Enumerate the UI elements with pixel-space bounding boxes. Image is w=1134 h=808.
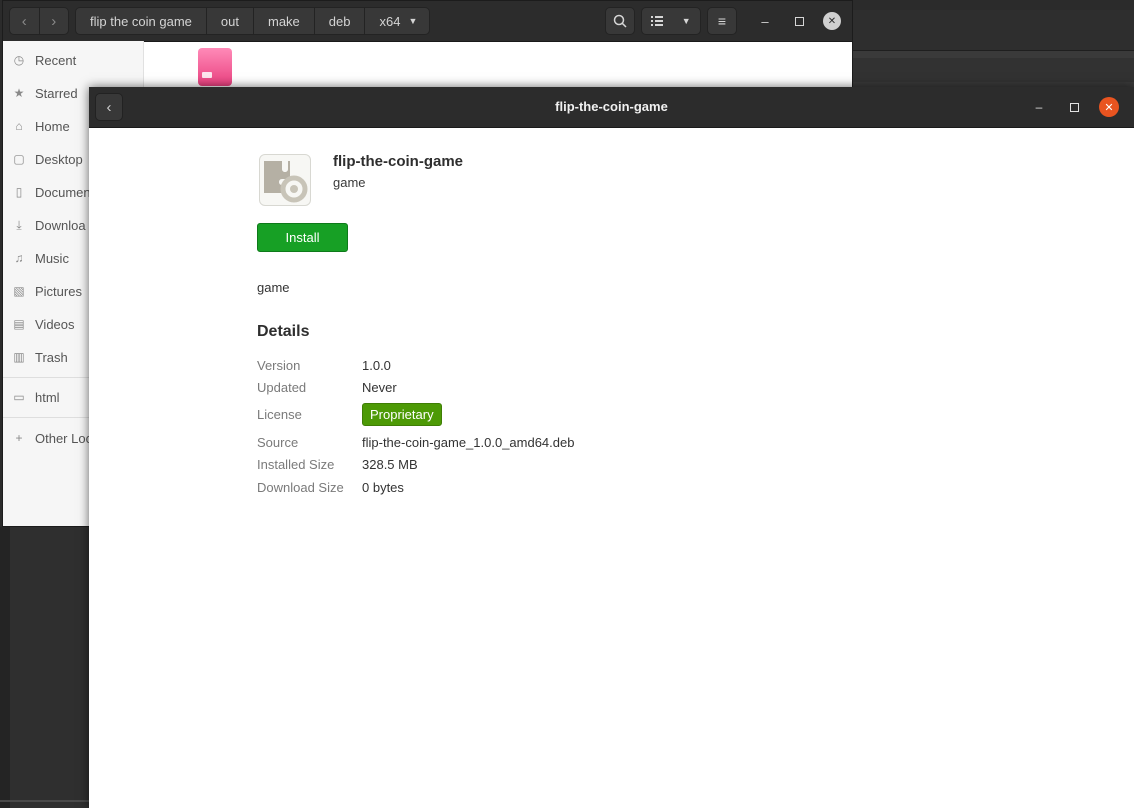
back-arrow-icon[interactable]: ‹ xyxy=(10,8,40,34)
sidebar-item-label: Trash xyxy=(35,349,68,365)
detail-label: Installed Size xyxy=(257,456,335,472)
maximize-button[interactable] xyxy=(1064,97,1084,117)
detail-label: License xyxy=(257,406,302,422)
software-install-dialog: flip-the-coin-game ‹ – ✕ flip-the-coin-g… xyxy=(89,87,1134,808)
background-window-lower xyxy=(0,527,89,808)
detail-row-version: Version 1.0.0 xyxy=(257,355,757,375)
breadcrumb-item[interactable]: deb xyxy=(315,8,366,34)
search-button[interactable] xyxy=(605,7,635,35)
breadcrumb-item[interactable]: flip the coin game xyxy=(76,8,207,34)
minimize-icon: – xyxy=(761,13,769,29)
detail-label: Version xyxy=(257,357,301,373)
detail-label: Source xyxy=(257,434,299,450)
install-button[interactable]: Install xyxy=(257,223,348,252)
sidebar-item-label: Desktop xyxy=(35,151,83,167)
detail-label: Updated xyxy=(257,379,307,395)
maximize-button[interactable] xyxy=(787,7,811,35)
folder-icon: ▭ xyxy=(13,390,25,404)
documents-icon: ▯ xyxy=(15,185,23,199)
sidebar-item-label: Home xyxy=(35,118,70,134)
deb-package-file-icon[interactable] xyxy=(198,48,232,86)
sidebar-item-label: Videos xyxy=(35,316,75,332)
detail-row-updated: Updated Never xyxy=(257,377,757,397)
dialog-headerbar: flip-the-coin-game ‹ – ✕ xyxy=(89,87,1134,128)
sidebar-item-label: Starred xyxy=(35,85,78,101)
sidebar-item-recent[interactable]: ◷ Recent xyxy=(3,45,143,75)
forward-arrow-icon[interactable]: › xyxy=(40,8,69,34)
chevron-down-icon: ▼ xyxy=(681,16,691,26)
breadcrumb-item[interactable]: out xyxy=(207,8,254,34)
breadcrumb-dropdown-icon[interactable]: ▼ xyxy=(404,8,429,34)
breadcrumb: flip the coin game out make deb x64 ▼ xyxy=(75,7,431,35)
sidebar-item-label: Downloa xyxy=(35,217,86,233)
detail-value: 1.0.0 xyxy=(362,357,391,373)
background-window-edge xyxy=(0,527,10,808)
dialog-title: flip-the-coin-game xyxy=(555,99,668,114)
detail-row-source: Source flip-the-coin-game_1.0.0_amd64.de… xyxy=(257,432,757,452)
home-icon: ⌂ xyxy=(15,119,23,133)
close-button[interactable]: ✕ xyxy=(823,12,841,30)
detail-value: flip-the-coin-game_1.0.0_amd64.deb xyxy=(362,434,575,450)
breadcrumb-item[interactable]: x64 xyxy=(365,8,404,34)
details-heading: Details xyxy=(257,323,310,340)
detail-row-installed-size: Installed Size 328.5 MB xyxy=(257,454,757,474)
close-icon: ✕ xyxy=(827,15,837,27)
minimize-button[interactable]: – xyxy=(753,7,777,35)
app-summary: game xyxy=(333,175,366,190)
close-icon: ✕ xyxy=(1104,101,1114,114)
minimize-button[interactable]: – xyxy=(1029,97,1049,117)
back-button[interactable]: ‹ xyxy=(95,93,123,121)
list-view-icon xyxy=(651,16,664,26)
navigation-buttons: ‹ › xyxy=(9,7,69,35)
hamburger-menu-icon: ≡ xyxy=(717,13,727,29)
detail-row-license: License Proprietary xyxy=(257,402,757,426)
close-button[interactable]: ✕ xyxy=(1099,97,1119,117)
detail-value: 328.5 MB xyxy=(362,456,418,472)
file-manager-headerbar: ‹ › flip the coin game out make deb x64 … xyxy=(3,1,852,42)
detail-value: Never xyxy=(362,379,397,395)
sidebar-item-label: Music xyxy=(35,250,69,266)
plus-icon: + xyxy=(15,431,23,445)
maximize-icon xyxy=(794,16,804,26)
sidebar-item-label: Recent xyxy=(35,52,77,68)
desktop-icon: ▢ xyxy=(13,152,25,166)
detail-row-download-size: Download Size 0 bytes xyxy=(257,477,757,497)
back-arrow-icon: ‹ xyxy=(106,98,112,116)
pictures-icon: ▧ xyxy=(13,284,25,298)
detail-label: Download Size xyxy=(257,479,344,495)
background-window-toolbar xyxy=(840,58,1134,82)
view-options-button[interactable]: ▼ xyxy=(641,7,701,35)
minimize-icon: – xyxy=(1035,100,1043,114)
background-window-header xyxy=(840,10,1134,51)
sidebar-item-label: Pictures xyxy=(35,283,82,299)
music-icon: ♫ xyxy=(14,251,24,265)
detail-value: 0 bytes xyxy=(362,479,404,495)
recent-icon: ◷ xyxy=(13,53,25,67)
maximize-icon xyxy=(1069,102,1079,112)
star-icon: ★ xyxy=(13,86,25,100)
license-badge[interactable]: Proprietary xyxy=(362,402,442,426)
puzzle-gear-icon xyxy=(264,161,308,203)
sidebar-item-label: Documen xyxy=(35,184,91,200)
app-icon xyxy=(259,154,311,206)
breadcrumb-item[interactable]: make xyxy=(254,8,315,34)
background-window-line xyxy=(0,800,89,802)
app-description: game xyxy=(257,280,290,295)
videos-icon: ▤ xyxy=(13,317,25,331)
sidebar-item-label: Other Loc xyxy=(35,430,93,446)
sidebar-item-label: html xyxy=(35,389,60,405)
search-icon xyxy=(613,14,627,28)
menu-button[interactable]: ≡ xyxy=(707,7,737,35)
downloads-icon: ⤓ xyxy=(16,217,22,232)
trash-icon: ▥ xyxy=(13,350,25,364)
app-name: flip-the-coin-game xyxy=(333,153,463,170)
